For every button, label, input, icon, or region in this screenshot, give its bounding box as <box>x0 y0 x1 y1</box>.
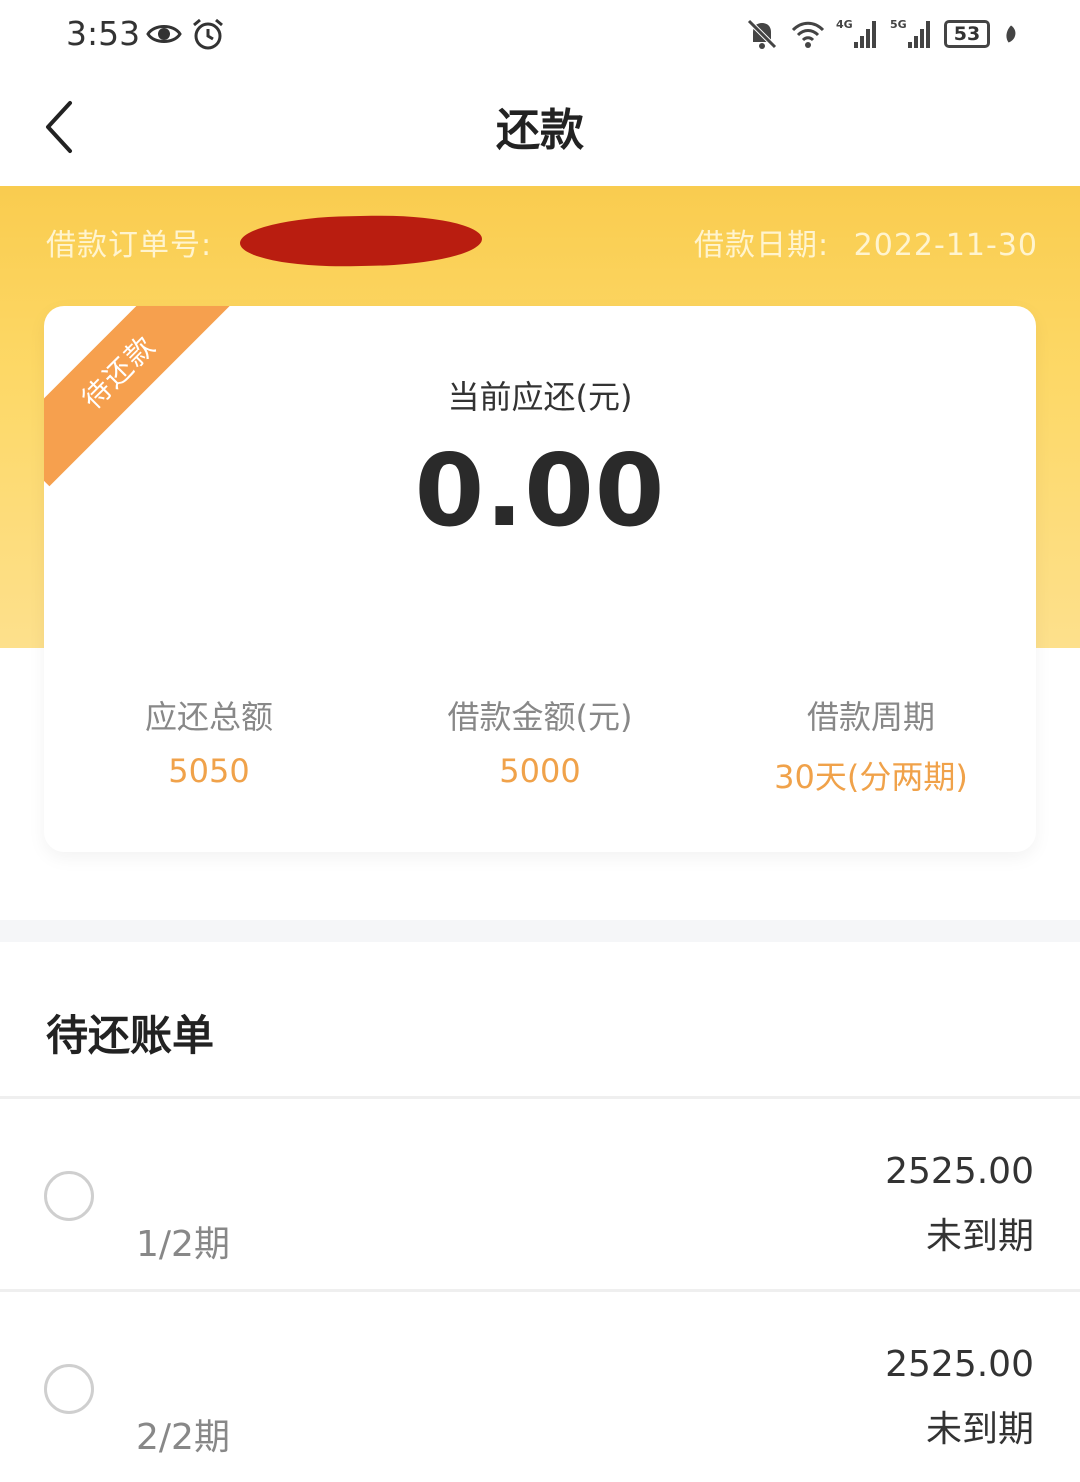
stat-value: 5000 <box>499 752 581 790</box>
loan-date: 借款日期: 2022-11-30 <box>694 220 1038 264</box>
signal-4g-icon: 4G <box>836 18 876 48</box>
repayment-summary-card: 待还款 当前应还(元) 0.00 应还总额 5050 借款金额(元) 5000 … <box>44 306 1036 852</box>
bill-status: 未到期 <box>925 1216 1034 1257</box>
stat-label: 应还总额 <box>144 698 273 736</box>
status-right-icons: 4G 5G 53 <box>744 16 1022 52</box>
section-separator <box>0 920 1080 942</box>
signal-5g-icon: 5G <box>890 18 930 48</box>
bill-period: 2/2期 <box>136 1417 230 1458</box>
bill-amount: 2525.00 <box>885 1344 1034 1385</box>
status-bar: 3:53 4G 5G 53 <box>0 0 1080 70</box>
mute-icon <box>747 19 777 49</box>
bills-section-title: 待还账单 <box>46 1011 215 1060</box>
page-title: 还款 <box>496 105 584 156</box>
current-due-label: 当前应还(元) <box>447 378 633 416</box>
stat-total-due: 应还总额 5050 <box>44 692 374 790</box>
stat-value: 30天(分两期) <box>774 758 968 796</box>
bill-amount: 2525.00 <box>885 1151 1034 1192</box>
order-number-label: 借款订单号: <box>46 228 213 263</box>
svg-text:5G: 5G <box>890 18 907 31</box>
bill-row[interactable]: 1/2期 2525.00 未到期 <box>0 1099 1080 1289</box>
loan-date-value: 2022-11-30 <box>853 228 1038 263</box>
bill-select-radio[interactable] <box>44 1171 94 1221</box>
stat-value: 5050 <box>168 752 250 790</box>
bill-status: 未到期 <box>925 1409 1034 1450</box>
stat-loan-amount: 借款金额(元) 5000 <box>375 692 705 790</box>
nav-bar: 还款 <box>0 70 1080 186</box>
status-left-icons <box>146 16 226 52</box>
bill-select-radio[interactable] <box>44 1364 94 1414</box>
battery-icon: 53 <box>944 20 990 48</box>
bill-period: 1/2期 <box>136 1224 230 1265</box>
loan-date-label: 借款日期: <box>693 228 830 263</box>
eye-icon <box>146 25 182 43</box>
svg-text:4G: 4G <box>836 18 853 31</box>
stat-label: 借款金额(元) <box>447 698 633 736</box>
status-time: 3:53 <box>66 14 141 53</box>
leaf-icon <box>1006 25 1016 43</box>
alarm-icon <box>193 18 223 50</box>
wifi-icon <box>791 21 825 48</box>
current-due-amount: 0.00 <box>414 432 666 549</box>
stat-loan-period: 借款周期 30天(分两期) <box>706 692 1036 798</box>
bill-row[interactable]: 2/2期 2525.00 未到期 <box>0 1292 1080 1482</box>
redacted-order-number <box>239 213 483 269</box>
stat-label: 借款周期 <box>806 698 935 736</box>
